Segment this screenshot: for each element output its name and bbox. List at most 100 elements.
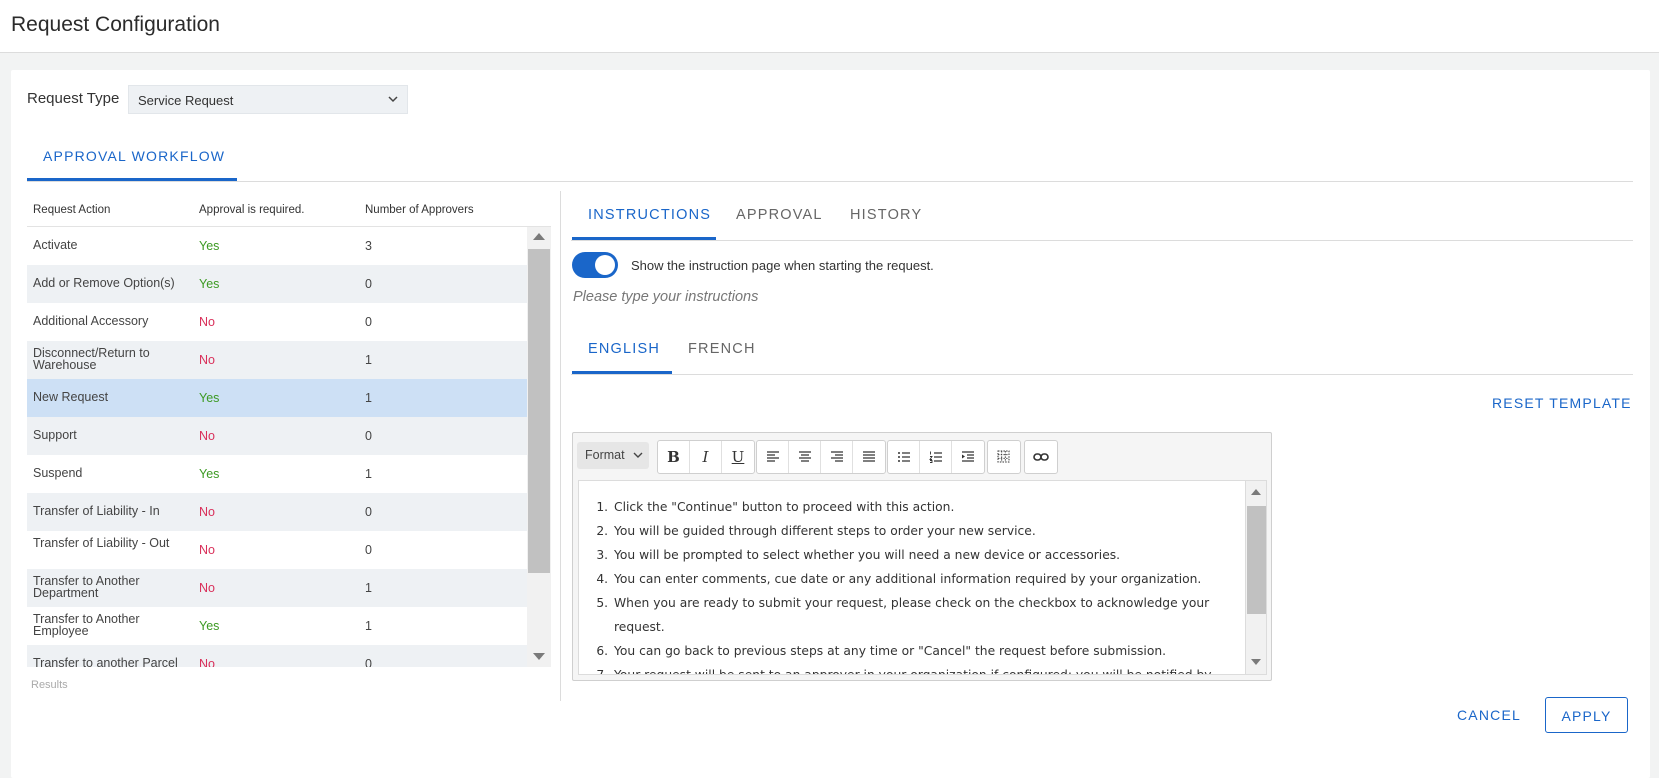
tab-approval-workflow[interactable]: APPROVAL WORKFLOW: [27, 140, 237, 182]
rich-text-editor: Format B I U Click the "Continue" button…: [572, 432, 1272, 681]
row-approvers: 1: [365, 619, 372, 633]
scroll-thumb[interactable]: [528, 249, 550, 573]
table-insert-group: [987, 440, 1021, 474]
table-row[interactable]: Transfer of Liability - Out No 0: [27, 531, 527, 569]
chevron-down-icon: [633, 452, 643, 458]
apply-button[interactable]: APPLY: [1545, 697, 1628, 733]
tab-french[interactable]: FRENCH: [688, 334, 756, 375]
row-approval-required: Yes: [199, 239, 220, 253]
results-label: Results: [31, 679, 68, 691]
table-row[interactable]: Activate Yes 3: [27, 227, 527, 265]
row-action: Transfer to Another Employee: [33, 612, 140, 638]
instructions-placeholder: Please type your instructions: [573, 289, 759, 305]
link-group: [1024, 440, 1058, 474]
numbered-list-icon[interactable]: [920, 441, 952, 473]
bold-icon[interactable]: B: [658, 441, 690, 473]
row-approvers: 1: [365, 467, 372, 481]
header-request-action[interactable]: Request Action: [33, 204, 110, 216]
row-approval-required: No: [199, 657, 215, 667]
table-row[interactable]: Additional Accessory No 0: [27, 303, 527, 341]
scroll-up-icon[interactable]: [533, 233, 545, 240]
header-approval-required[interactable]: Approval is required.: [199, 204, 304, 216]
table-row[interactable]: Transfer to Another Department No 1: [27, 569, 527, 607]
table-icon[interactable]: [988, 441, 1020, 473]
row-action: Suspend: [33, 466, 83, 480]
request-type-select[interactable]: Service Request: [128, 85, 408, 114]
top-bar: Request Configuration: [0, 0, 1659, 53]
align-center-icon[interactable]: [789, 441, 821, 473]
table-row[interactable]: Transfer to Another Employee Yes 1: [27, 607, 527, 645]
tab-approval[interactable]: APPROVAL: [736, 200, 823, 241]
align-right-icon[interactable]: [821, 441, 853, 473]
link-icon[interactable]: [1025, 441, 1057, 473]
row-approvers: 1: [365, 581, 372, 595]
row-approvers: 0: [365, 657, 372, 667]
row-approvers: 0: [365, 315, 372, 329]
chevron-down-icon: [388, 96, 398, 103]
underline-icon[interactable]: U: [722, 441, 754, 473]
toggle-label: Show the instruction page when starting …: [631, 258, 934, 273]
table-header: Request Action Approval is required. Num…: [27, 200, 551, 227]
row-approval-required: No: [199, 505, 215, 519]
reset-template-button[interactable]: RESET TEMPLATE: [1492, 395, 1632, 411]
scroll-thumb[interactable]: [1247, 506, 1266, 614]
row-approvers: 0: [365, 505, 372, 519]
row-action: Transfer to Another Department: [33, 574, 140, 600]
editor-content[interactable]: Click the "Continue" button to proceed w…: [578, 480, 1246, 675]
list-item: You will be prompted to select whether y…: [612, 543, 1245, 567]
request-type-label: Request Type: [27, 90, 120, 107]
editor-scrollbar[interactable]: [1246, 480, 1267, 675]
row-approvers: 0: [365, 429, 372, 443]
header-number-approvers[interactable]: Number of Approvers: [365, 204, 474, 216]
table-scrollbar[interactable]: [527, 227, 551, 667]
align-left-icon[interactable]: [757, 441, 789, 473]
row-approval-required: Yes: [199, 619, 220, 633]
tab-divider: [27, 181, 1633, 182]
row-approval-required: Yes: [199, 277, 220, 291]
table-row[interactable]: New Request Yes 1: [27, 379, 527, 417]
table-row[interactable]: Suspend Yes 1: [27, 455, 527, 493]
list-item: Click the "Continue" button to proceed w…: [612, 495, 1245, 519]
table-row[interactable]: Disconnect/Return to Warehouse No 1: [27, 341, 527, 379]
list-item: You will be guided through different ste…: [612, 519, 1245, 543]
row-action: Transfer of Liability - Out: [33, 536, 170, 550]
row-approvers: 0: [365, 543, 372, 557]
row-approvers: 0: [365, 277, 372, 291]
row-action: Transfer to another Parcel: [33, 656, 178, 667]
scroll-up-icon[interactable]: [1251, 489, 1261, 495]
table-row[interactable]: Support No 0: [27, 417, 527, 455]
table-row[interactable]: Transfer to another Parcel No 0: [27, 645, 527, 667]
tab-english[interactable]: ENGLISH: [572, 334, 672, 375]
tab-instructions[interactable]: INSTRUCTIONS: [572, 200, 716, 241]
bullet-list-icon[interactable]: [888, 441, 920, 473]
row-approval-required: No: [199, 581, 215, 595]
page-title: Request Configuration: [11, 13, 220, 36]
row-approval-required: Yes: [199, 467, 220, 481]
format-dropdown[interactable]: Format: [577, 442, 649, 469]
list-item: Your request will be sent to an approver…: [612, 663, 1245, 674]
align-justify-icon[interactable]: [853, 441, 885, 473]
cancel-button[interactable]: CANCEL: [1457, 707, 1521, 723]
instruction-toggle[interactable]: [572, 252, 618, 278]
row-action: New Request: [33, 390, 109, 404]
row-approval-required: Yes: [199, 391, 220, 405]
format-label: Format: [585, 448, 625, 462]
table-row[interactable]: Add or Remove Option(s) Yes 0: [27, 265, 527, 303]
row-approval-required: No: [199, 353, 215, 367]
scroll-down-icon[interactable]: [533, 653, 545, 660]
scroll-down-icon[interactable]: [1251, 659, 1261, 665]
table-body: Activate Yes 3 Add or Remove Option(s) Yes 0 A…: [27, 227, 527, 667]
table-row[interactable]: Transfer of Liability - In No 0: [27, 493, 527, 531]
row-approval-required: No: [199, 315, 215, 329]
italic-icon[interactable]: I: [690, 441, 722, 473]
indent-icon[interactable]: [952, 441, 984, 473]
language-tab-divider: [571, 374, 1633, 375]
row-action: Support: [33, 428, 77, 442]
text-style-group: B I U: [657, 440, 755, 474]
tab-history[interactable]: HISTORY: [850, 200, 922, 241]
row-approvers: 3: [365, 239, 372, 253]
list-item: When you are ready to submit your reques…: [612, 591, 1245, 639]
row-approval-required: No: [199, 429, 215, 443]
instruction-list: Click the "Continue" button to proceed w…: [579, 481, 1245, 674]
alignment-group: [756, 440, 886, 474]
